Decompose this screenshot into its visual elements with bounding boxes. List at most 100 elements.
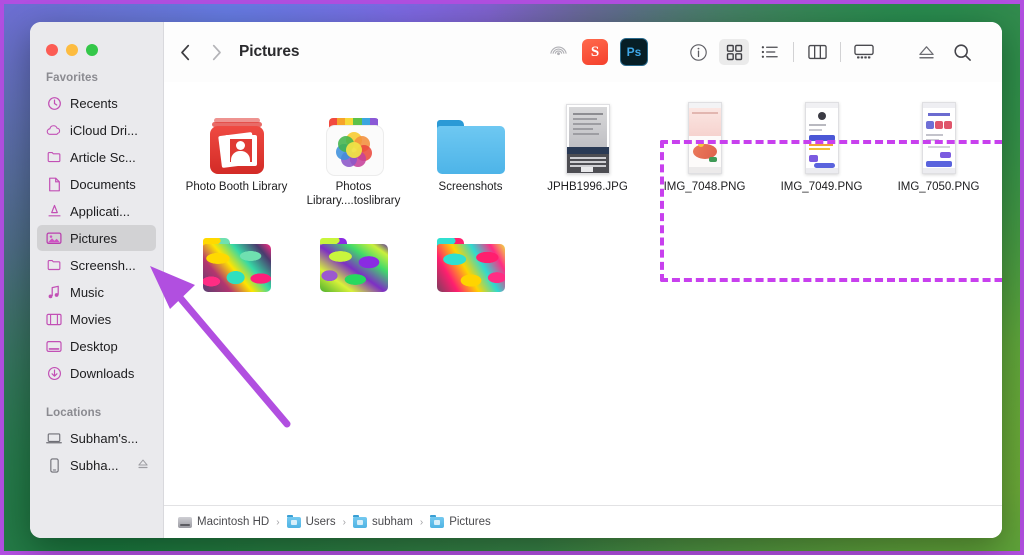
image-thumbnail-phone-blue xyxy=(804,102,839,174)
file-label: Photo Booth Library xyxy=(185,181,288,193)
sidebar-item-downloads[interactable]: Downloads xyxy=(37,360,156,386)
file-thumbnail xyxy=(323,102,385,176)
folder-icon xyxy=(202,238,271,292)
column-view-icon[interactable] xyxy=(802,39,832,65)
download-icon xyxy=(46,365,62,381)
maximize-button[interactable] xyxy=(86,44,98,56)
file-item-photo-booth-library[interactable]: Photo Booth Library xyxy=(178,96,295,212)
sidebar-item-label: Recents xyxy=(70,95,118,111)
airdrop-icon[interactable] xyxy=(543,39,573,65)
file-item-jphb1996[interactable]: JPHB1996.JPG xyxy=(529,96,646,212)
sidebar: Favorites Recents iCloud Dri... Article … xyxy=(30,22,164,538)
folder-icon xyxy=(46,149,62,165)
file-label: Screenshots xyxy=(438,181,503,193)
toolbar: Pictures S Ps xyxy=(164,22,1002,82)
applications-icon xyxy=(46,203,62,219)
back-button[interactable] xyxy=(178,43,192,61)
sidekick-app-icon[interactable]: S xyxy=(582,39,608,65)
file-grid-row: Photo Booth Library Photos Library....to… xyxy=(164,96,1002,212)
sidebar-item-desktop[interactable]: Desktop xyxy=(37,333,156,359)
file-grid[interactable]: Photo Booth Library Photos Library....to… xyxy=(164,82,1002,505)
clock-icon xyxy=(46,95,62,111)
sidebar-item-documents[interactable]: Documents xyxy=(37,171,156,197)
sidebar-item-label: Desktop xyxy=(70,338,118,354)
sidebar-item-label: Movies xyxy=(70,311,112,327)
folder-icon xyxy=(286,514,301,529)
sidebar-item-article-screenshots[interactable]: Article Sc... xyxy=(37,144,156,170)
hard-drive-icon xyxy=(178,516,192,529)
sidebar-item-icloud-drive[interactable]: iCloud Dri... xyxy=(37,117,156,143)
file-item-folder-art-3[interactable] xyxy=(412,214,529,302)
info-icon[interactable] xyxy=(683,39,713,65)
main-area: Pictures S Ps Photo Booth Library Photos… xyxy=(164,22,1002,538)
file-thumbnail xyxy=(436,220,505,292)
chevron-right-icon: › xyxy=(419,516,424,528)
breadcrumb-label: Users xyxy=(305,516,336,528)
file-label: IMG_7049.PNG xyxy=(780,181,863,193)
sidebar-item-label: Subham's... xyxy=(70,430,139,446)
file-item-screenshots[interactable]: Screenshots xyxy=(412,96,529,212)
file-item-photos-library[interactable]: Photos Library....toslibrary xyxy=(295,96,412,212)
sidebar-item-label: Downloads xyxy=(70,365,135,381)
breadcrumb-label: Macintosh HD xyxy=(197,516,270,528)
sidebar-item-applications[interactable]: Applicati... xyxy=(37,198,156,224)
sidebar-item-pictures[interactable]: Pictures xyxy=(37,225,156,251)
toolbar-buttons: S Ps xyxy=(540,38,980,66)
window-controls xyxy=(46,44,98,56)
film-icon xyxy=(46,311,62,327)
folder-icon xyxy=(46,257,62,273)
file-item-img-7050[interactable]: IMG_7050.PNG xyxy=(880,96,997,212)
eject-icon[interactable] xyxy=(137,458,149,473)
sidebar-item-label: Documents xyxy=(70,176,136,192)
file-thumbnail xyxy=(804,102,839,174)
desktop-background: Favorites Recents iCloud Dri... Article … xyxy=(0,0,1024,555)
chevron-right-icon: › xyxy=(342,516,346,528)
breadcrumb-label: Pictures xyxy=(449,516,491,528)
list-view-icon[interactable] xyxy=(755,39,785,65)
chevron-right-icon: › xyxy=(276,516,280,528)
file-thumbnail xyxy=(436,102,505,174)
photos-flower-icon xyxy=(335,132,372,168)
photoshop-app-icon[interactable]: Ps xyxy=(620,38,648,66)
sidebar-item-subhams-mac[interactable]: Subham's... xyxy=(37,425,156,451)
breadcrumb-item-subham[interactable]: subham xyxy=(352,514,413,529)
folder-icon xyxy=(319,238,388,292)
file-item-folder-art-2[interactable] xyxy=(295,214,412,302)
sidebar-item-label: Subha... xyxy=(70,457,119,473)
gallery-view-icon[interactable] xyxy=(849,39,879,65)
file-label: IMG_7050.PNG xyxy=(897,181,980,193)
search-icon[interactable] xyxy=(947,39,977,65)
sidebar-item-label: Music xyxy=(70,284,104,300)
toolbar-divider xyxy=(793,42,794,62)
file-thumbnail xyxy=(202,220,271,292)
sidebar-item-label: Pictures xyxy=(70,230,117,246)
laptop-icon xyxy=(46,430,62,446)
sidebar-item-music[interactable]: Music xyxy=(37,279,156,305)
forward-button[interactable] xyxy=(209,43,223,61)
file-thumbnail xyxy=(206,102,268,174)
file-item-img-7049[interactable]: IMG_7049.PNG xyxy=(763,96,880,212)
photos-library-icon xyxy=(323,118,385,176)
folder-icon xyxy=(436,120,505,174)
sidebar-item-recents[interactable]: Recents xyxy=(37,90,156,116)
sidebar-item-movies[interactable]: Movies xyxy=(37,306,156,332)
photo-booth-library-icon xyxy=(206,118,268,174)
pictures-icon xyxy=(46,230,62,246)
close-button[interactable] xyxy=(46,44,58,56)
file-thumbnail xyxy=(565,102,610,174)
breadcrumb-item-macintosh-hd[interactable]: Macintosh HD xyxy=(178,516,269,529)
minimize-button[interactable] xyxy=(66,44,78,56)
file-item-folder-art-1[interactable] xyxy=(178,214,295,302)
eject-icon[interactable] xyxy=(911,39,941,65)
toolbar-divider xyxy=(840,42,841,62)
iphone-icon xyxy=(46,457,62,473)
file-item-img-7048[interactable]: IMG_7048.PNG xyxy=(646,96,763,212)
breadcrumb-item-users[interactable]: Users xyxy=(286,514,336,529)
sidebar-item-screenshots[interactable]: Screensh... xyxy=(37,252,156,278)
sidebar-item-label: Article Sc... xyxy=(70,149,136,165)
desktop-icon xyxy=(46,338,62,354)
icon-view-icon[interactable] xyxy=(719,39,749,65)
breadcrumb-item-pictures[interactable]: Pictures xyxy=(430,514,491,529)
sidebar-item-subha-iphone[interactable]: Subha... xyxy=(37,452,156,478)
